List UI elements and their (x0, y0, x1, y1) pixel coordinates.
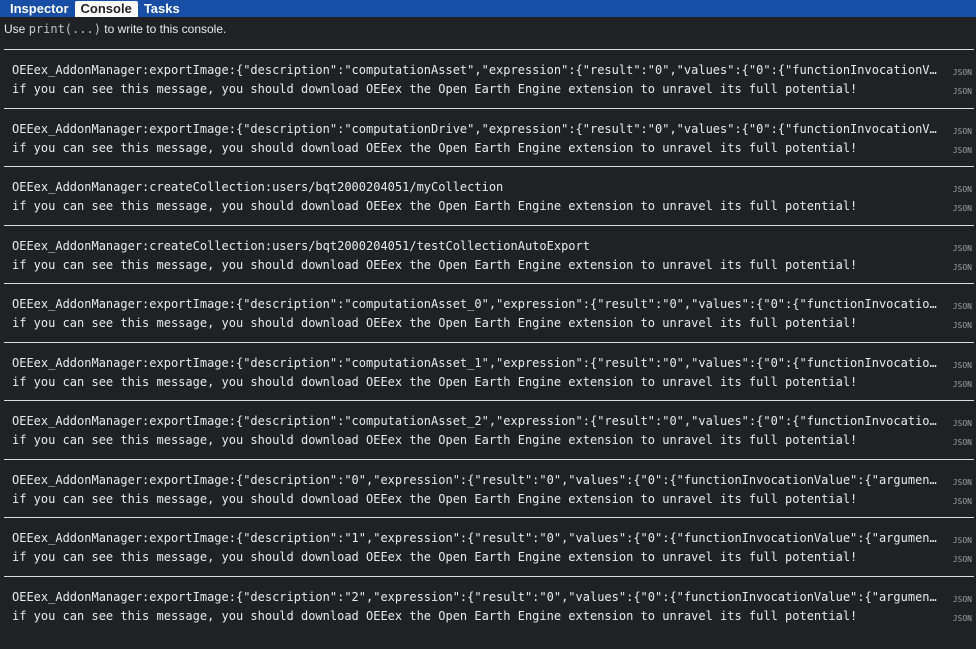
json-toggle-button[interactable]: JSON (953, 361, 972, 370)
console-message-line[interactable]: if you can see this message, you should … (12, 549, 938, 565)
json-toggle-button[interactable]: JSON (953, 263, 972, 272)
tab-inspector[interactable]: Inspector (4, 0, 75, 17)
console-entry: OEEex_AddonManager:createCollection:user… (4, 224, 974, 284)
console-message-line[interactable]: if you can see this message, you should … (12, 432, 938, 448)
json-toggle-button[interactable]: JSON (953, 478, 972, 487)
hint-prefix: Use (4, 22, 26, 36)
console-message-line[interactable]: OEEex_AddonManager:exportImage:{"descrip… (12, 121, 938, 137)
console-message-line[interactable]: if you can see this message, you should … (12, 198, 938, 214)
tab-tasks[interactable]: Tasks (138, 0, 186, 17)
json-toggle-button[interactable]: JSON (953, 555, 972, 564)
console-message-line[interactable]: if you can see this message, you should … (12, 81, 938, 97)
json-toggle-button[interactable]: JSON (953, 497, 972, 506)
console-message-line[interactable]: OEEex_AddonManager:exportImage:{"descrip… (12, 62, 938, 78)
console-message-line[interactable]: OEEex_AddonManager:exportImage:{"descrip… (12, 472, 938, 488)
json-toggle-button[interactable]: JSON (953, 68, 972, 77)
console-hint: Use print(...) to write to this console. (0, 17, 976, 40)
console-entry: OEEex_AddonManager:exportImage:{"descrip… (4, 400, 974, 459)
console-message-line[interactable]: OEEex_AddonManager:createCollection:user… (12, 238, 938, 254)
json-toggle-button[interactable]: JSON (953, 244, 972, 253)
console-entry: OEEex_AddonManager:exportImage:{"descrip… (4, 283, 974, 342)
console-message-line[interactable]: if you can see this message, you should … (12, 491, 938, 507)
console-message-line[interactable]: OEEex_AddonManager:exportImage:{"descrip… (12, 413, 938, 429)
console-message-line[interactable]: OEEex_AddonManager:exportImage:{"descrip… (12, 530, 938, 546)
console-message-line[interactable]: OEEex_AddonManager:exportImage:{"descrip… (12, 589, 938, 605)
hint-code: print(...) (28, 22, 101, 36)
console-entry: OEEex_AddonManager:createCollection:user… (4, 166, 974, 225)
console-message-line[interactable]: if you can see this message, you should … (12, 608, 938, 624)
json-toggle-button[interactable]: JSON (953, 127, 972, 136)
console-message-line[interactable]: OEEex_AddonManager:createCollection:user… (12, 179, 938, 195)
json-toggle-button[interactable]: JSON (953, 438, 972, 447)
console-message-line[interactable]: if you can see this message, you should … (12, 315, 938, 331)
console-entry: OEEex_AddonManager:exportImage:{"descrip… (4, 107, 974, 167)
tab-console[interactable]: Console (74, 1, 138, 17)
json-toggle-button[interactable]: JSON (953, 614, 972, 623)
json-toggle-button[interactable]: JSON (953, 146, 972, 155)
json-toggle-button[interactable]: JSON (953, 302, 972, 311)
console-entry: OEEex_AddonManager:exportImage:{"descrip… (4, 517, 974, 576)
console-message-line[interactable]: if you can see this message, you should … (12, 374, 938, 390)
console-entry: OEEex_AddonManager:exportImage:{"descrip… (4, 341, 974, 401)
console-message-line[interactable]: if you can see this message, you should … (12, 257, 938, 273)
hint-suffix: to write to this console. (104, 22, 227, 36)
json-toggle-button[interactable]: JSON (953, 185, 972, 194)
json-toggle-button[interactable]: JSON (953, 204, 972, 213)
json-toggle-button[interactable]: JSON (953, 321, 972, 330)
console-message-line[interactable]: OEEex_AddonManager:exportImage:{"descrip… (12, 355, 938, 371)
console-entry: OEEex_AddonManager:exportImage:{"descrip… (4, 458, 974, 518)
console-message-line[interactable]: OEEex_AddonManager:exportImage:{"descrip… (12, 296, 938, 312)
console-output: OEEex_AddonManager:exportImage:{"descrip… (0, 49, 976, 634)
json-toggle-button[interactable]: JSON (953, 595, 972, 604)
tab-bar: Inspector Console Tasks (0, 0, 976, 17)
json-toggle-button[interactable]: JSON (953, 87, 972, 96)
console-entry: OEEex_AddonManager:exportImage:{"descrip… (4, 575, 974, 635)
json-toggle-button[interactable]: JSON (953, 536, 972, 545)
json-toggle-button[interactable]: JSON (953, 380, 972, 389)
json-toggle-button[interactable]: JSON (953, 419, 972, 428)
console-message-line[interactable]: if you can see this message, you should … (12, 140, 938, 156)
console-entry: OEEex_AddonManager:exportImage:{"descrip… (4, 49, 974, 108)
